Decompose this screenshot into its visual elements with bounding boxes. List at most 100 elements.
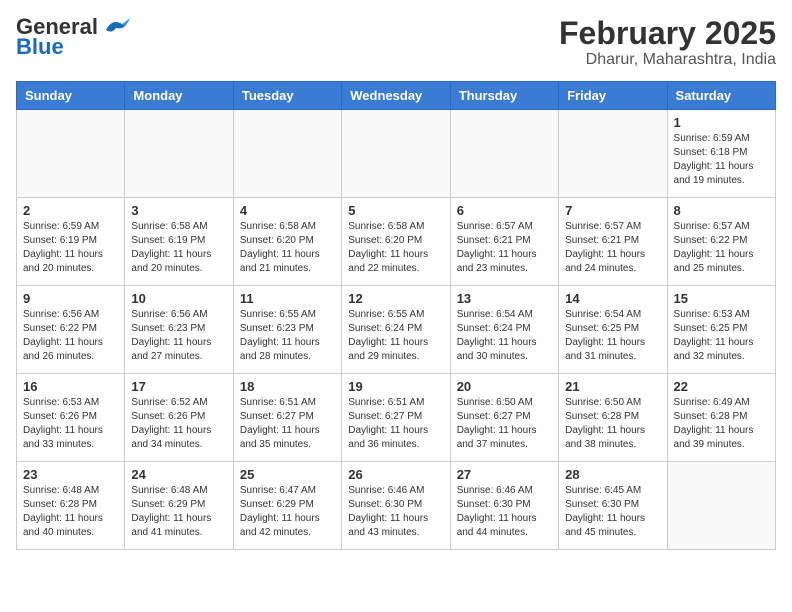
day-number: 4 <box>240 203 335 218</box>
calendar-cell: 13 Sunrise: 6:54 AM Sunset: 6:24 PM Dayli… <box>450 286 558 374</box>
day-info: Sunrise: 6:49 AM Sunset: 6:28 PM Dayligh… <box>674 396 769 452</box>
calendar-cell: 12 Sunrise: 6:55 AM Sunset: 6:24 PM Dayli… <box>342 286 450 374</box>
calendar-cell: 19 Sunrise: 6:51 AM Sunset: 6:27 PM Dayli… <box>342 374 450 462</box>
calendar-cell: 5Sunrise: 6:58 AM Sunset: 6:20 PM Daylig… <box>342 198 450 286</box>
day-number: 19 <box>348 379 443 394</box>
calendar-cell: 16Sunrise: 6:53 AM Sunset: 6:26 PM Dayli… <box>17 374 125 462</box>
calendar-cell: 27 Sunrise: 6:46 AM Sunset: 6:30 PM Dayli… <box>450 462 558 550</box>
day-info: Sunrise: 6:54 AM Sunset: 6:25 PM Dayligh… <box>565 308 660 364</box>
day-number: 25 <box>240 467 335 482</box>
calendar-cell: 20 Sunrise: 6:50 AM Sunset: 6:27 PM Dayli… <box>450 374 558 462</box>
day-number: 28 <box>565 467 660 482</box>
calendar-cell <box>342 110 450 198</box>
day-number: 8 <box>674 203 769 218</box>
day-number: 12 <box>348 291 443 306</box>
day-number: 23 <box>23 467 118 482</box>
calendar-cell: 22 Sunrise: 6:49 AM Sunset: 6:28 PM Dayli… <box>667 374 775 462</box>
calendar-week-row-2: 9 Sunrise: 6:56 AM Sunset: 6:22 PM Daylig… <box>17 286 776 374</box>
day-info: Sunrise: 6:48 AM Sunset: 6:28 PM Dayligh… <box>23 484 118 540</box>
calendar-cell: 15 Sunrise: 6:53 AM Sunset: 6:25 PM Dayli… <box>667 286 775 374</box>
day-number: 1 <box>674 115 769 130</box>
day-info: Sunrise: 6:59 AM Sunset: 6:19 PM Dayligh… <box>23 220 118 276</box>
calendar-cell: 26 Sunrise: 6:46 AM Sunset: 6:30 PM Dayli… <box>342 462 450 550</box>
day-info: Sunrise: 6:53 AM Sunset: 6:26 PM Dayligh… <box>23 396 118 452</box>
calendar-cell: 14 Sunrise: 6:54 AM Sunset: 6:25 PM Dayli… <box>559 286 667 374</box>
calendar-cell <box>233 110 341 198</box>
day-number: 14 <box>565 291 660 306</box>
day-number: 6 <box>457 203 552 218</box>
day-info: Sunrise: 6:57 AM Sunset: 6:21 PM Dayligh… <box>565 220 660 276</box>
day-info: Sunrise: 6:58 AM Sunset: 6:20 PM Dayligh… <box>240 220 335 276</box>
calendar-cell <box>17 110 125 198</box>
calendar-cell: 3 Sunrise: 6:58 AM Sunset: 6:19 PM Daylig… <box>125 198 233 286</box>
calendar-cell: 24 Sunrise: 6:48 AM Sunset: 6:29 PM Dayli… <box>125 462 233 550</box>
calendar-cell: 25 Sunrise: 6:47 AM Sunset: 6:29 PM Dayli… <box>233 462 341 550</box>
day-info: Sunrise: 6:58 AM Sunset: 6:19 PM Dayligh… <box>131 220 226 276</box>
day-number: 15 <box>674 291 769 306</box>
day-number: 20 <box>457 379 552 394</box>
month-title: February 2025 <box>559 16 776 51</box>
calendar-cell: 28 Sunrise: 6:45 AM Sunset: 6:30 PM Dayli… <box>559 462 667 550</box>
day-number: 10 <box>131 291 226 306</box>
weekday-header-friday: Friday <box>559 82 667 110</box>
weekday-header-monday: Monday <box>125 82 233 110</box>
calendar-cell <box>559 110 667 198</box>
day-info: Sunrise: 6:45 AM Sunset: 6:30 PM Dayligh… <box>565 484 660 540</box>
calendar-cell: 18 Sunrise: 6:51 AM Sunset: 6:27 PM Dayli… <box>233 374 341 462</box>
calendar-cell: 7 Sunrise: 6:57 AM Sunset: 6:21 PM Daylig… <box>559 198 667 286</box>
calendar-cell: 9 Sunrise: 6:56 AM Sunset: 6:22 PM Daylig… <box>17 286 125 374</box>
day-info: Sunrise: 6:57 AM Sunset: 6:22 PM Dayligh… <box>674 220 769 276</box>
day-number: 17 <box>131 379 226 394</box>
day-info: Sunrise: 6:57 AM Sunset: 6:21 PM Dayligh… <box>457 220 552 276</box>
day-number: 9 <box>23 291 118 306</box>
day-number: 2 <box>23 203 118 218</box>
day-info: Sunrise: 6:48 AM Sunset: 6:29 PM Dayligh… <box>131 484 226 540</box>
day-info: Sunrise: 6:59 AM Sunset: 6:18 PM Dayligh… <box>674 132 769 188</box>
day-number: 7 <box>565 203 660 218</box>
logo: General Blue <box>16 16 130 58</box>
day-number: 24 <box>131 467 226 482</box>
day-info: Sunrise: 6:58 AM Sunset: 6:20 PM Dayligh… <box>348 220 443 276</box>
calendar-cell: 2 Sunrise: 6:59 AM Sunset: 6:19 PM Daylig… <box>17 198 125 286</box>
calendar-cell: 23 Sunrise: 6:48 AM Sunset: 6:28 PM Dayli… <box>17 462 125 550</box>
day-number: 21 <box>565 379 660 394</box>
calendar-cell: 11 Sunrise: 6:55 AM Sunset: 6:23 PM Dayli… <box>233 286 341 374</box>
calendar-cell: 1 Sunrise: 6:59 AM Sunset: 6:18 PM Daylig… <box>667 110 775 198</box>
calendar-cell <box>450 110 558 198</box>
day-info: Sunrise: 6:55 AM Sunset: 6:24 PM Dayligh… <box>348 308 443 364</box>
calendar-cell: 8 Sunrise: 6:57 AM Sunset: 6:22 PM Daylig… <box>667 198 775 286</box>
weekday-header-thursday: Thursday <box>450 82 558 110</box>
day-number: 27 <box>457 467 552 482</box>
day-info: Sunrise: 6:46 AM Sunset: 6:30 PM Dayligh… <box>457 484 552 540</box>
day-number: 18 <box>240 379 335 394</box>
day-info: Sunrise: 6:50 AM Sunset: 6:27 PM Dayligh… <box>457 396 552 452</box>
day-info: Sunrise: 6:52 AM Sunset: 6:26 PM Dayligh… <box>131 396 226 452</box>
calendar-table: SundayMondayTuesdayWednesdayThursdayFrid… <box>16 81 776 550</box>
day-info: Sunrise: 6:55 AM Sunset: 6:23 PM Dayligh… <box>240 308 335 364</box>
logo-blue-text: Blue <box>16 36 64 58</box>
logo-bird-icon <box>102 16 130 38</box>
day-number: 26 <box>348 467 443 482</box>
calendar-week-row-1: 2 Sunrise: 6:59 AM Sunset: 6:19 PM Daylig… <box>17 198 776 286</box>
calendar-week-row-3: 16Sunrise: 6:53 AM Sunset: 6:26 PM Dayli… <box>17 374 776 462</box>
calendar-cell: 17 Sunrise: 6:52 AM Sunset: 6:26 PM Dayli… <box>125 374 233 462</box>
day-info: Sunrise: 6:46 AM Sunset: 6:30 PM Dayligh… <box>348 484 443 540</box>
day-info: Sunrise: 6:51 AM Sunset: 6:27 PM Dayligh… <box>348 396 443 452</box>
title-section: February 2025 Dharur, Maharashtra, India <box>559 16 776 69</box>
calendar-cell <box>125 110 233 198</box>
day-number: 13 <box>457 291 552 306</box>
calendar-cell: 6 Sunrise: 6:57 AM Sunset: 6:21 PM Daylig… <box>450 198 558 286</box>
weekday-header-tuesday: Tuesday <box>233 82 341 110</box>
day-info: Sunrise: 6:56 AM Sunset: 6:22 PM Dayligh… <box>23 308 118 364</box>
day-number: 3 <box>131 203 226 218</box>
calendar-cell: 4 Sunrise: 6:58 AM Sunset: 6:20 PM Daylig… <box>233 198 341 286</box>
day-number: 22 <box>674 379 769 394</box>
day-number: 11 <box>240 291 335 306</box>
day-info: Sunrise: 6:54 AM Sunset: 6:24 PM Dayligh… <box>457 308 552 364</box>
location-subtitle: Dharur, Maharashtra, India <box>559 51 776 69</box>
calendar-week-row-0: 1 Sunrise: 6:59 AM Sunset: 6:18 PM Daylig… <box>17 110 776 198</box>
weekday-header-row: SundayMondayTuesdayWednesdayThursdayFrid… <box>17 82 776 110</box>
day-info: Sunrise: 6:53 AM Sunset: 6:25 PM Dayligh… <box>674 308 769 364</box>
day-info: Sunrise: 6:51 AM Sunset: 6:27 PM Dayligh… <box>240 396 335 452</box>
day-info: Sunrise: 6:47 AM Sunset: 6:29 PM Dayligh… <box>240 484 335 540</box>
